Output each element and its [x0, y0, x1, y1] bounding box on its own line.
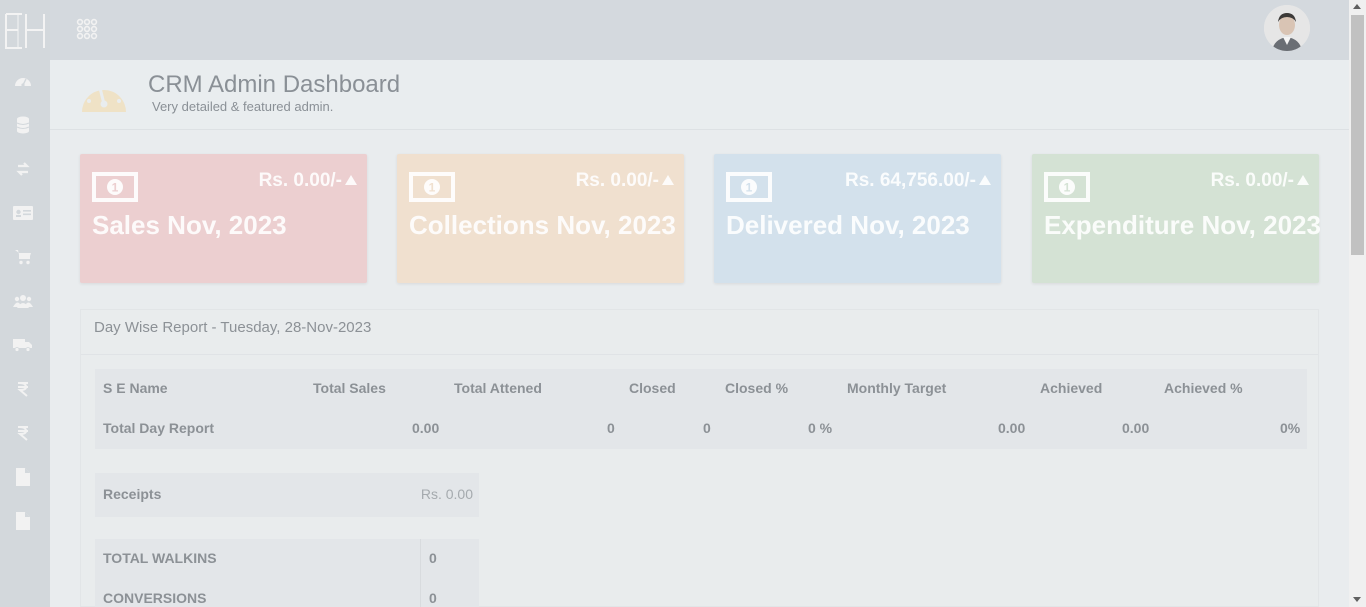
dashboard-icon[interactable]	[13, 72, 33, 90]
caret-up-icon	[979, 175, 991, 185]
file-icon[interactable]	[13, 512, 33, 530]
brand-logo[interactable]	[4, 10, 46, 52]
truck-icon[interactable]	[13, 336, 33, 354]
caret-up-icon	[662, 175, 674, 185]
report-title: Day Wise Report - Tuesday, 28-Nov-2023	[94, 319, 372, 336]
table-cell: 0.00	[412, 420, 440, 436]
divider	[81, 354, 1318, 355]
sidebar	[0, 0, 50, 607]
column-header: Total Attened	[454, 380, 542, 396]
rupee-icon[interactable]	[13, 380, 33, 398]
table-cell: Total Day Report	[103, 420, 214, 436]
cart-icon[interactable]	[13, 248, 33, 266]
top-navbar	[50, 0, 1349, 60]
walkins-label: TOTAL WALKINS	[103, 550, 217, 566]
table-cell: 0 %	[808, 420, 833, 436]
collections-label: Collections Nov, 2023	[409, 210, 676, 240]
table-cell: 0.00	[998, 420, 1026, 436]
column-header: Total Sales	[313, 380, 386, 396]
page-header: CRM Admin Dashboard Very detailed & feat…	[50, 60, 1349, 130]
table-row: TOTAL WALKINS 0	[95, 539, 479, 579]
expenditure-amount: Rs. 0.00/-	[1211, 170, 1309, 192]
money-icon: 1	[726, 172, 772, 202]
sales-label: Sales Nov, 2023	[92, 210, 287, 240]
receipts-row: Receipts Rs. 0.00	[95, 473, 479, 517]
column-header: Closed	[629, 380, 676, 396]
delivered-amount: Rs. 64,756.00/-	[845, 170, 991, 192]
collections-card[interactable]: 1 Rs. 0.00/- Collections Nov, 2023	[397, 154, 684, 283]
receipts-label: Receipts	[103, 486, 162, 502]
sales-card[interactable]: 1 Rs. 0.00/- Sales Nov, 2023	[80, 154, 367, 283]
money-icon: 1	[1044, 172, 1090, 202]
conversions-value: 0	[429, 590, 437, 606]
table-cell: 0	[703, 420, 711, 436]
delivered-label: Delivered Nov, 2023	[726, 210, 970, 240]
collections-amount: Rs. 0.00/-	[576, 170, 674, 192]
page-subtitle: Very detailed & featured admin.	[152, 99, 334, 114]
walkins-table: TOTAL WALKINS 0 CONVERSIONS 0	[95, 539, 479, 607]
apps-grid-icon[interactable]	[76, 18, 98, 40]
file-icon[interactable]	[13, 468, 33, 486]
money-icon: 1	[92, 172, 138, 202]
delivered-card[interactable]: 1 Rs. 64,756.00/- Delivered Nov, 2023	[714, 154, 1001, 283]
walkins-value: 0	[429, 550, 437, 566]
svg-text:1: 1	[112, 181, 119, 195]
day-wise-report-panel: Day Wise Report - Tuesday, 28-Nov-2023 S…	[80, 309, 1319, 607]
expenditure-label: Expenditure Nov, 2023	[1044, 210, 1321, 240]
column-header: Achieved	[1040, 380, 1103, 396]
column-header: Monthly Target	[847, 380, 947, 396]
page-title: CRM Admin Dashboard	[148, 71, 401, 98]
scrollbar-thumb[interactable]	[1351, 15, 1364, 255]
money-icon: 1	[409, 172, 455, 202]
day-report-table: S E Name Total Sales Total Attened Close…	[95, 369, 1307, 449]
scroll-up-icon[interactable]	[1353, 4, 1361, 9]
dashboard-gauge-icon	[80, 74, 128, 114]
table-cell: 0%	[1280, 420, 1301, 436]
column-header: S E Name	[103, 380, 168, 396]
table-row: CONVERSIONS 0	[95, 579, 479, 607]
user-avatar[interactable]	[1264, 5, 1310, 51]
receipts-value: Rs. 0.00	[420, 486, 473, 502]
column-header: Closed %	[725, 380, 789, 396]
scroll-down-icon[interactable]	[1353, 597, 1361, 602]
id-card-icon[interactable]	[13, 204, 33, 222]
sales-amount: Rs. 0.00/-	[259, 170, 357, 192]
exchange-icon[interactable]	[13, 160, 33, 178]
caret-up-icon	[1297, 175, 1309, 185]
svg-text:1: 1	[746, 181, 753, 195]
svg-text:1: 1	[1064, 181, 1071, 195]
table-cell: 0	[607, 420, 615, 436]
table-cell: 0.00	[1122, 420, 1150, 436]
app: CRM Admin Dashboard Very detailed & feat…	[0, 0, 1366, 607]
page-scrollbar[interactable]	[1349, 0, 1366, 607]
conversions-label: CONVERSIONS	[103, 590, 207, 606]
column-header: Achieved %	[1164, 380, 1243, 396]
rupee-icon[interactable]	[13, 424, 33, 442]
svg-text:1: 1	[429, 181, 436, 195]
database-icon[interactable]	[13, 116, 33, 134]
expenditure-card[interactable]: 1 Rs. 0.00/- Expenditure Nov, 2023	[1032, 154, 1321, 283]
users-icon[interactable]	[13, 292, 33, 310]
caret-up-icon	[345, 175, 357, 185]
